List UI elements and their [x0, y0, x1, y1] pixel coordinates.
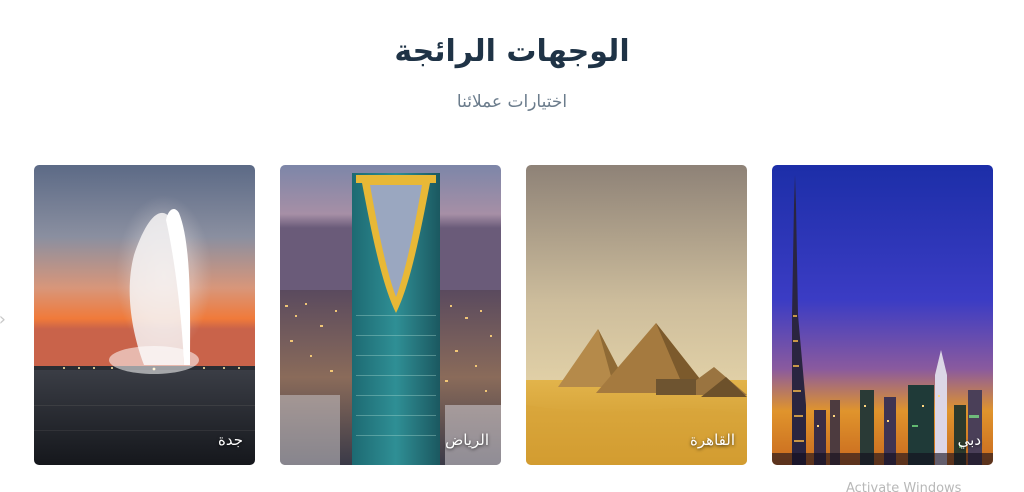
- fountain-image: [34, 165, 255, 465]
- destination-card-jeddah[interactable]: جدة: [34, 165, 255, 465]
- activate-windows-watermark: Activate Windows: [846, 481, 962, 492]
- destination-name: دبي: [957, 431, 981, 449]
- destination-name: الرياض: [445, 431, 489, 449]
- destination-name: القاهرة: [690, 431, 735, 449]
- destination-card-riyadh[interactable]: الرياض: [280, 165, 501, 465]
- trending-destinations-section: الوجهات الرائجة اختيارات عملائنا ‹: [0, 0, 1024, 492]
- burj-khalifa-image: [772, 165, 993, 465]
- destination-card-dubai[interactable]: دبي: [772, 165, 993, 465]
- carousel-prev-icon[interactable]: ‹: [0, 300, 6, 340]
- destination-name: جدة: [217, 431, 243, 449]
- section-title: الوجهات الرائجة: [394, 34, 630, 69]
- section-subtitle: اختيارات عملائنا: [456, 92, 568, 112]
- destination-card-cairo[interactable]: القاهرة: [526, 165, 747, 465]
- kingdom-tower-image: [280, 165, 501, 465]
- pyramids-image: [526, 165, 747, 465]
